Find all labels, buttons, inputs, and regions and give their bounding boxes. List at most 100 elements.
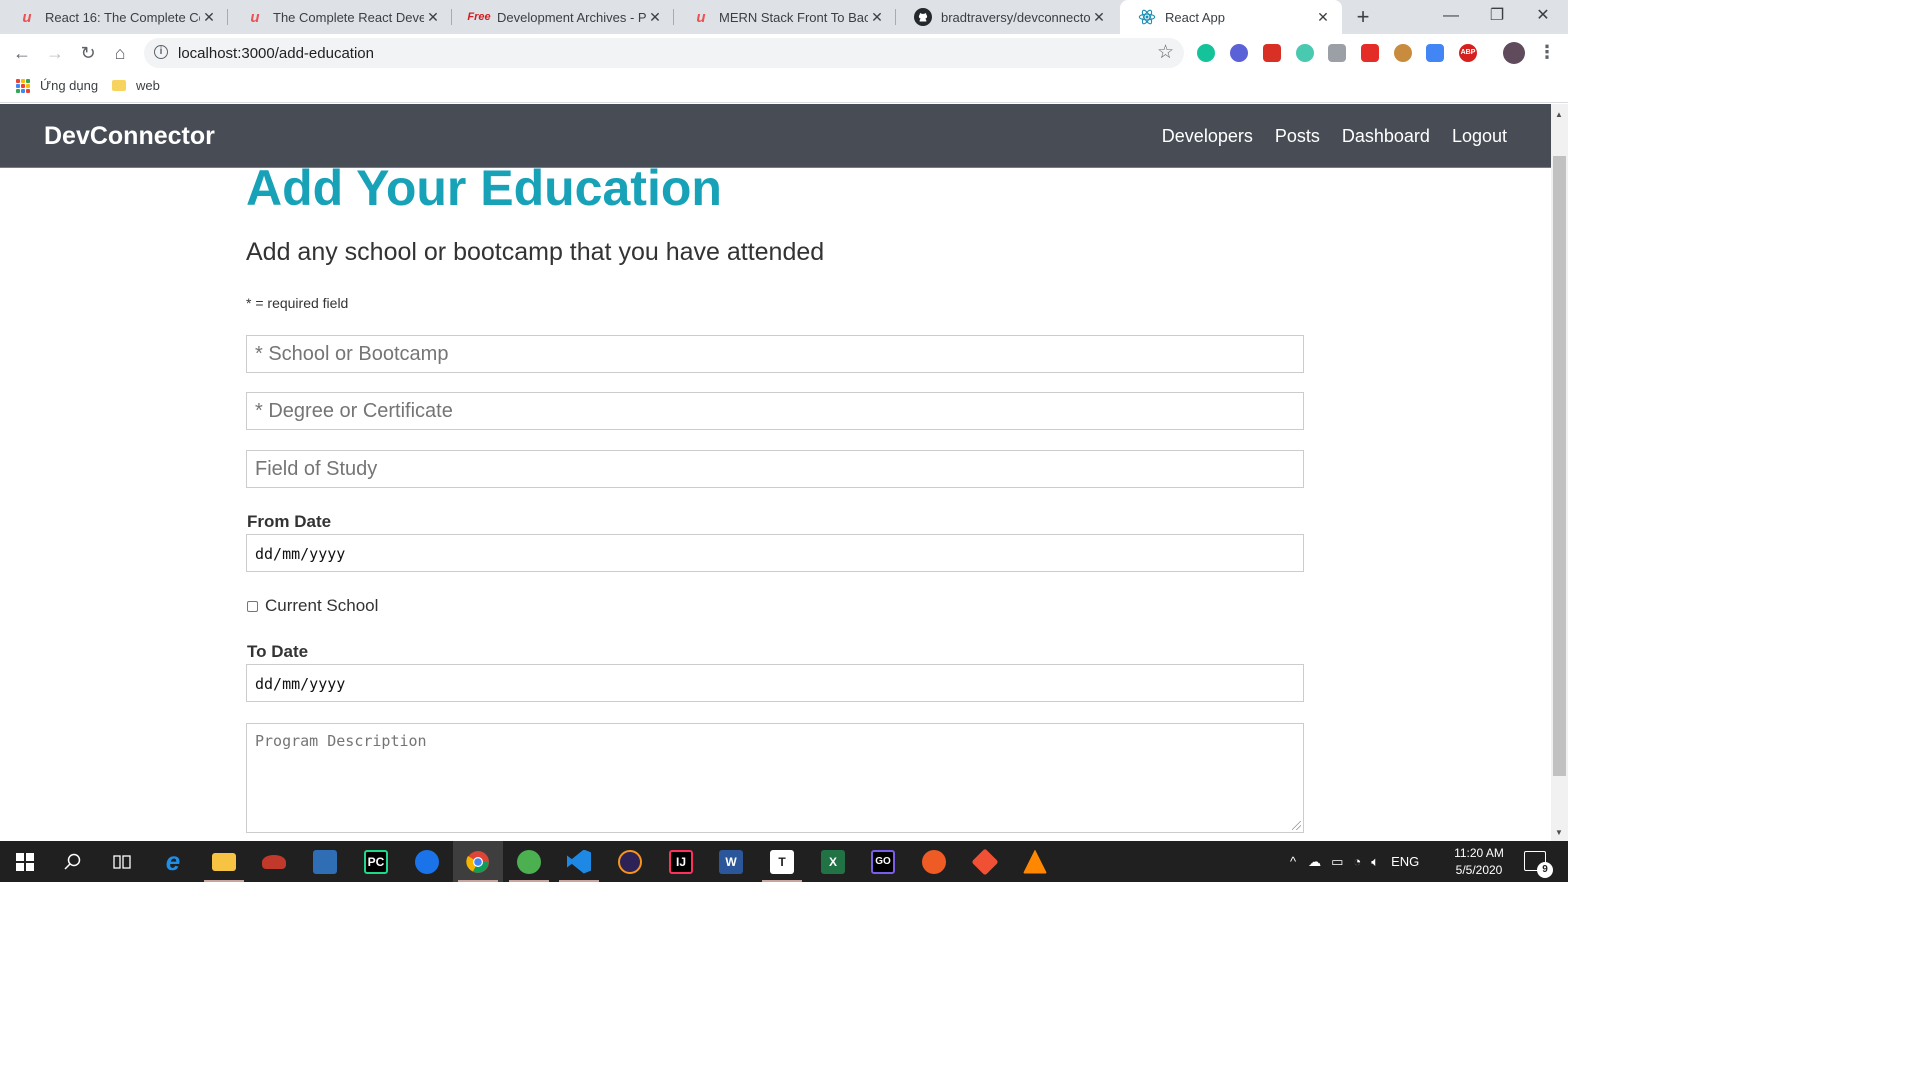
resize-grip-icon[interactable]	[1292, 821, 1301, 830]
language-indicator[interactable]: ENG	[1391, 854, 1419, 869]
page-lead: Add any school or bootcamp that you have…	[246, 238, 825, 266]
forward-arrow-icon[interactable]: →	[44, 42, 66, 64]
wifi-icon[interactable]: ◔	[1353, 854, 1361, 869]
current-school-checkbox[interactable]	[247, 600, 258, 612]
to-date-input[interactable]: dd/mm/yyyy	[246, 664, 1304, 702]
onedrive-icon[interactable]: ☁	[1308, 854, 1321, 870]
nav-posts[interactable]: Posts	[1275, 126, 1320, 147]
restore-icon[interactable]: ❐	[1474, 0, 1520, 34]
profile-avatar-icon[interactable]	[1503, 42, 1525, 64]
file-explorer-icon[interactable]	[199, 841, 249, 882]
home-icon[interactable]: ⌂	[109, 42, 131, 64]
bookmark-apps[interactable]: Ứng dụng	[16, 78, 98, 93]
clock-time: 11:20 AM	[1454, 846, 1504, 860]
action-center-icon[interactable]: 9	[1524, 851, 1553, 878]
page-scrollbar[interactable]: ▲ ▼	[1551, 104, 1568, 841]
free-icon: Free	[467, 11, 491, 23]
tab-development-archives[interactable]: Free Development Archives - Pag ✕	[452, 0, 674, 34]
current-school-row[interactable]: Current School	[247, 596, 378, 616]
vlc-icon[interactable]	[1010, 841, 1060, 882]
green-app-icon[interactable]	[504, 841, 554, 882]
address-bar[interactable]: i localhost:3000/add-education ☆	[144, 38, 1184, 68]
bookmark-web-folder[interactable]: web	[112, 78, 160, 93]
new-tab-button[interactable]: +	[1350, 4, 1376, 30]
scroll-down-icon[interactable]: ▼	[1555, 828, 1563, 837]
window-close-icon[interactable]: ✕	[1520, 0, 1566, 34]
bookmarks-bar: Ứng dụng web	[0, 72, 1568, 103]
tab-github-devconnector[interactable]: bradtraversy/devconnector_2 ✕	[896, 0, 1118, 34]
nav-developers[interactable]: Developers	[1162, 126, 1253, 147]
start-icon[interactable]	[0, 841, 50, 882]
nav-logout[interactable]: Logout	[1452, 126, 1507, 147]
url-text[interactable]: localhost:3000/add-education	[178, 45, 374, 62]
typora-icon[interactable]: T	[757, 841, 807, 882]
search-icon[interactable]	[48, 841, 98, 882]
eclipse-icon[interactable]	[605, 841, 655, 882]
vscode-icon[interactable]	[554, 841, 604, 882]
image-extension-icon[interactable]	[1263, 44, 1281, 62]
maps-icon[interactable]	[402, 841, 452, 882]
running-indicator	[509, 880, 549, 882]
color-extension-icon[interactable]	[1296, 44, 1314, 62]
brand-logo[interactable]: DevConnector	[44, 122, 215, 151]
git-icon[interactable]	[960, 841, 1010, 882]
back-arrow-icon[interactable]: ←	[11, 42, 33, 64]
volume-icon[interactable]: 🔈︎	[1371, 854, 1379, 870]
pin-extension-icon[interactable]	[1361, 44, 1379, 62]
racing-game-icon[interactable]	[249, 841, 299, 882]
current-school-label: Current School	[265, 596, 379, 615]
grammarly-icon[interactable]	[1197, 44, 1215, 62]
excel-icon[interactable]: X	[808, 841, 858, 882]
translate-extension-icon[interactable]	[1426, 44, 1444, 62]
scrollbar-thumb[interactable]	[1553, 156, 1566, 776]
close-icon[interactable]: ✕	[200, 9, 218, 26]
intellij-icon[interactable]: IJ	[656, 841, 706, 882]
close-icon[interactable]: ✕	[424, 9, 442, 26]
chrome-icon[interactable]	[453, 841, 503, 882]
udemy-icon: u	[250, 8, 260, 26]
to-date-label: To Date	[247, 642, 309, 661]
running-indicator	[559, 880, 599, 882]
taskbar-clock[interactable]: 11:20 AM 5/5/2020	[1444, 845, 1514, 879]
pycharm-icon[interactable]: PC	[351, 841, 401, 882]
system-tray: ^ ☁ ▭ ◔ 🔈︎ ENG	[1290, 841, 1419, 882]
windows-taskbar: e PC IJ W T X GO ^ ☁ ▭ ◔ 🔈︎ ENG 11:20 AM…	[0, 841, 1568, 882]
program-description-textarea[interactable]: Program Description	[246, 723, 1304, 833]
tab-title: MERN Stack Front To Back: F	[719, 9, 868, 25]
close-icon[interactable]: ✕	[1314, 9, 1332, 26]
scroll-up-icon[interactable]: ▲	[1555, 110, 1563, 119]
blue-app-icon[interactable]	[300, 841, 350, 882]
school-input[interactable]: * School or Bootcamp	[246, 335, 1304, 373]
adblock-extension-icon[interactable]: ABP	[1459, 44, 1477, 62]
degree-input[interactable]: * Degree or Certificate	[246, 392, 1304, 430]
tab-react-app[interactable]: React App ✕	[1120, 0, 1342, 34]
github-icon	[914, 8, 932, 26]
running-indicator	[204, 880, 244, 882]
check-extension-icon[interactable]	[1230, 44, 1248, 62]
clock-date: 5/5/2020	[1455, 863, 1503, 877]
tab-react-16-course[interactable]: u React 16: The Complete Cour ✕	[0, 0, 228, 34]
tab-complete-react-developer[interactable]: u The Complete React Develop ✕	[228, 0, 452, 34]
nav-dashboard[interactable]: Dashboard	[1342, 126, 1430, 147]
browser-menu-icon[interactable]: ⋮	[1538, 42, 1556, 63]
cookie-extension-icon[interactable]	[1394, 44, 1412, 62]
show-hidden-icons-icon[interactable]: ^	[1290, 854, 1296, 869]
postman-icon[interactable]	[909, 841, 959, 882]
close-icon[interactable]: ✕	[1090, 9, 1108, 26]
reload-icon[interactable]: ↻	[77, 42, 99, 64]
close-icon[interactable]: ✕	[868, 9, 886, 26]
minimize-icon[interactable]: —	[1428, 0, 1474, 34]
site-info-icon[interactable]: i	[154, 45, 168, 59]
field-of-study-input[interactable]: Field of Study	[246, 450, 1304, 488]
from-date-input[interactable]: dd/mm/yyyy	[246, 534, 1304, 572]
bookmark-star-icon[interactable]: ☆	[1157, 41, 1174, 64]
edge-icon[interactable]: e	[148, 841, 198, 882]
close-icon[interactable]: ✕	[646, 9, 664, 26]
word-icon[interactable]: W	[706, 841, 756, 882]
grey-extension-icon[interactable]	[1328, 44, 1346, 62]
task-view-icon[interactable]	[97, 841, 147, 882]
goland-icon[interactable]: GO	[858, 841, 908, 882]
notification-count-badge: 9	[1537, 862, 1553, 878]
tab-mern-stack[interactable]: u MERN Stack Front To Back: F ✕	[674, 0, 896, 34]
battery-icon[interactable]: ▭	[1331, 854, 1343, 870]
